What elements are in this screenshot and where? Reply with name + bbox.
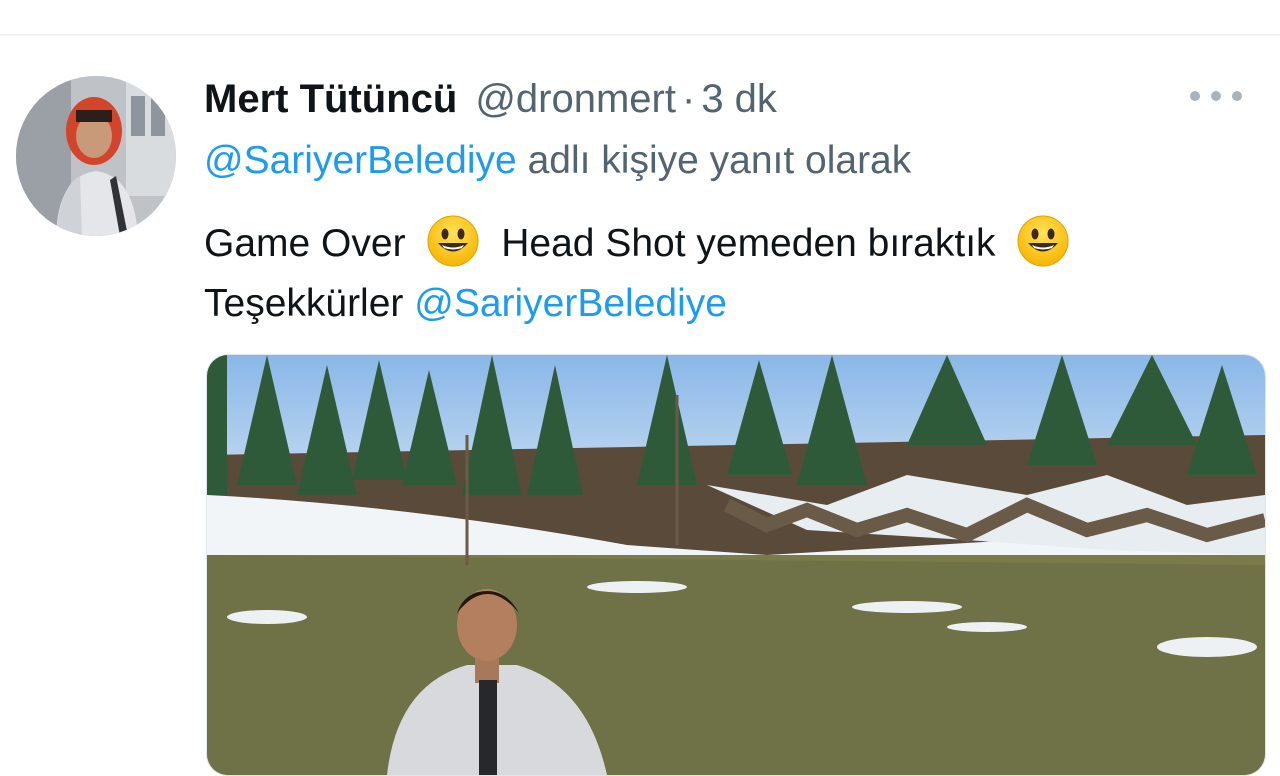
more-dot (1232, 91, 1242, 101)
tweet-mention-link[interactable]: @SariyerBelediye (414, 282, 727, 325)
tweet-text-part: Teşekkürler (204, 282, 415, 325)
smiley-face-emoji-icon (1017, 215, 1069, 267)
top-bar (0, 0, 1280, 36)
reply-context-text: adlı kişiye yanıt olarak (516, 139, 912, 182)
tweet-text: Game Over Head Shot yemeden bıraktık Teş… (204, 214, 1080, 334)
author-name[interactable]: Mert Tütüncü (204, 74, 457, 124)
tweet-card[interactable]: Mert Tütüncü @dronmert · 3 dk @SariyerBe… (0, 36, 1280, 776)
tweet-text-part: Game Over (204, 222, 406, 265)
author-handle[interactable]: @dronmert (475, 74, 676, 124)
separator-dot: · (681, 77, 696, 121)
reply-mention-link[interactable]: @SariyerBelediye (204, 139, 517, 182)
tweet-text-part: Head Shot yemeden bıraktık (501, 222, 996, 265)
more-dot (1190, 91, 1200, 101)
tweet-text-line-1: Game Over Head Shot yemeden bıraktık (204, 214, 1080, 274)
smiley-face-emoji-icon (427, 215, 479, 267)
more-dot (1211, 91, 1221, 101)
tweet-timestamp[interactable]: 3 dk (701, 74, 777, 124)
avatar[interactable] (16, 76, 176, 236)
tweet-text-line-2: Teşekkürler @SariyerBelediye (204, 274, 1080, 334)
more-horizontal-icon[interactable] (1190, 84, 1242, 108)
tweet-photo[interactable] (206, 354, 1266, 776)
tweet-header: Mert Tütüncü @dronmert · 3 dk (204, 74, 777, 124)
reply-context: @SariyerBelediye adlı kişiye yanıt olara… (204, 136, 911, 186)
